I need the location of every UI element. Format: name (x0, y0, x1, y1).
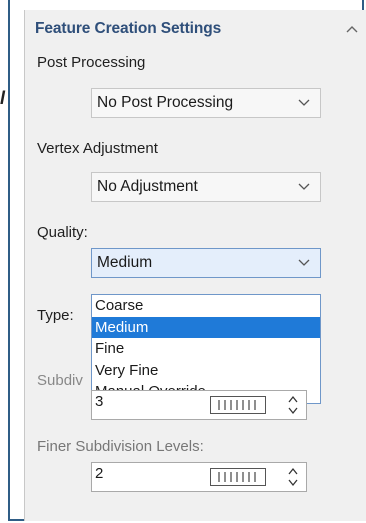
subdivision-value[interactable]: 3 (95, 393, 103, 410)
post-processing-label: Post Processing (37, 54, 146, 71)
finer-subdivision-value[interactable]: 2 (95, 465, 103, 482)
quality-option[interactable]: Fine (92, 338, 320, 360)
type-label: Type: (37, 307, 74, 324)
post-processing-select[interactable]: No Post Processing (91, 88, 321, 118)
quality-value: Medium (97, 254, 153, 271)
finer-subdivision-spinner[interactable]: 2 (91, 462, 307, 492)
feature-creation-panel: Feature Creation Settings Post Processin… (24, 10, 366, 521)
chevron-down-icon (298, 259, 310, 266)
panel-title: Feature Creation Settings (35, 20, 222, 37)
chevron-down-icon (298, 183, 310, 190)
chevron-up-icon[interactable] (345, 24, 359, 34)
vertex-adjustment-value: No Adjustment (97, 178, 198, 195)
quality-dropdown-list: CoarseMediumFineVery FineManual Override (91, 294, 321, 404)
finer-subdivision-label: Finer Subdivision Levels: (37, 438, 204, 455)
subdivision-spinner[interactable]: 3 (91, 390, 307, 420)
quality-label: Quality: (37, 224, 88, 241)
quality-option[interactable]: Very Fine (92, 360, 320, 382)
quality-select[interactable]: Medium (91, 248, 321, 278)
stray-mark: l (0, 88, 6, 108)
quality-option[interactable]: Coarse (92, 295, 320, 317)
spinner-arrows-icon[interactable] (286, 466, 300, 488)
vertex-adjustment-label: Vertex Adjustment (37, 140, 158, 157)
slider-grip-icon[interactable] (210, 468, 266, 486)
spinner-arrows-icon[interactable] (286, 394, 300, 416)
subdivision-label: Subdiv (37, 372, 83, 389)
quality-option[interactable]: Medium (92, 316, 320, 338)
post-processing-value: No Post Processing (97, 94, 234, 111)
slider-grip-icon[interactable] (210, 396, 266, 414)
chevron-down-icon (298, 99, 310, 106)
vertex-adjustment-select[interactable]: No Adjustment (91, 172, 321, 202)
